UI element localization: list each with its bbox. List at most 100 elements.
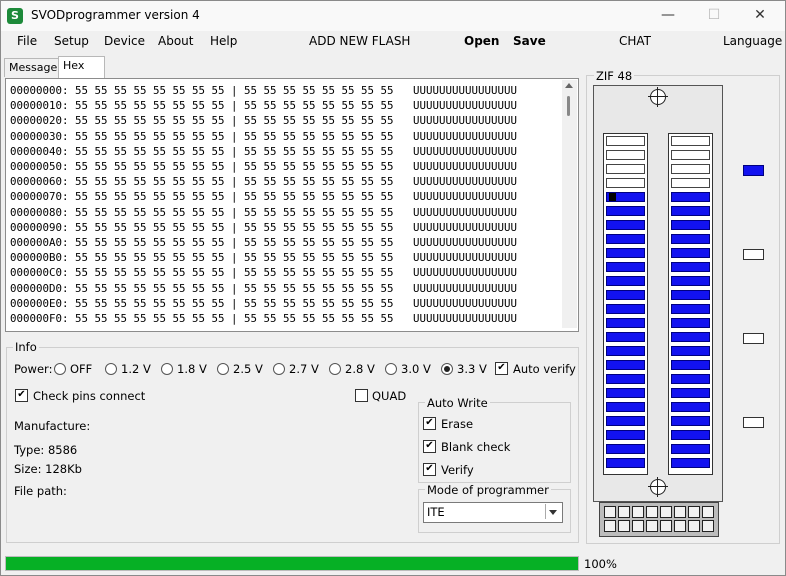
- power-radio[interactable]: [385, 363, 397, 375]
- hex-row: 000000B0: 55 55 55 55 55 55 55 55 | 55 5…: [10, 251, 518, 265]
- title-bar: S SVODprogrammer version 4 — ☐ ✕: [1, 1, 785, 31]
- menu-chat[interactable]: CHAT: [619, 34, 651, 48]
- zif-legend: ZIF 48: [594, 69, 635, 83]
- menu-device[interactable]: Device: [104, 34, 145, 48]
- zif-pin: [671, 234, 710, 244]
- lever-top-icon: [648, 87, 668, 107]
- verify-label: Verify: [441, 463, 474, 477]
- socket-hole: [618, 506, 630, 518]
- socket-hole: [646, 506, 658, 518]
- maximize-button[interactable]: ☐: [691, 1, 737, 31]
- socket-hole: [646, 520, 658, 532]
- hex-row: 00000030: 55 55 55 55 55 55 55 55 | 55 5…: [10, 129, 518, 143]
- zif-pin: [671, 374, 710, 384]
- power-radio[interactable]: [161, 363, 173, 375]
- menu-add-new-flash[interactable]: ADD NEW FLASH: [309, 34, 410, 48]
- tab-hex-viewer[interactable]: Hex Viewer: [58, 56, 106, 90]
- zif-pin: [671, 388, 710, 398]
- zif-pin: [671, 164, 710, 174]
- zif-pin: [671, 458, 710, 468]
- erase-checkbox[interactable]: ✔: [423, 417, 436, 430]
- zif-left-pin-column: [603, 133, 648, 475]
- power-radio[interactable]: [105, 363, 117, 375]
- mode-select[interactable]: ITE: [423, 502, 563, 523]
- menu-help[interactable]: Help: [210, 34, 237, 48]
- zif-pin: [671, 262, 710, 272]
- main-window: S SVODprogrammer version 4 — ☐ ✕ File Se…: [0, 0, 786, 576]
- zif-pin: [606, 388, 645, 398]
- power-option-label: OFF: [70, 362, 93, 376]
- vertical-scrollbar[interactable]: [562, 80, 577, 328]
- progress-label: 100%: [584, 557, 617, 571]
- menu-bar: File Setup Device About Help ADD NEW FLA…: [1, 31, 785, 51]
- socket-hole: [660, 506, 672, 518]
- verify-checkbox[interactable]: ✔: [423, 463, 436, 476]
- hex-row: 00000040: 55 55 55 55 55 55 55 55 | 55 5…: [10, 144, 518, 158]
- zif-pin: [606, 220, 645, 230]
- manufacture-label: Manufacture:: [14, 419, 91, 433]
- hex-row: 000000C0: 55 55 55 55 55 55 55 55 | 55 5…: [10, 266, 518, 280]
- scrollbar-thumb[interactable]: [567, 96, 570, 116]
- zif-pin: [671, 304, 710, 314]
- hex-row: 00000010: 55 55 55 55 55 55 55 55 | 55 5…: [10, 99, 518, 113]
- blank-check-checkbox[interactable]: ✔: [423, 440, 436, 453]
- check-pins-checkbox[interactable]: ✔: [15, 389, 28, 402]
- power-radio[interactable]: [217, 363, 229, 375]
- zif-pin: [606, 248, 645, 258]
- menu-file[interactable]: File: [17, 34, 37, 48]
- power-radio[interactable]: [441, 363, 453, 375]
- zif-pin: [606, 360, 645, 370]
- menu-about[interactable]: About: [158, 34, 193, 48]
- zif-pin: [606, 206, 645, 216]
- check-pins-label: Check pins connect: [33, 389, 146, 403]
- hex-row: 00000090: 55 55 55 55 55 55 55 55 | 55 5…: [10, 220, 518, 234]
- chevron-down-icon[interactable]: [545, 504, 561, 519]
- auto-verify-checkbox[interactable]: ✔: [495, 362, 508, 375]
- zif-pin: [606, 136, 645, 146]
- file-path-label: File path:: [14, 484, 67, 498]
- power-radio[interactable]: [273, 363, 285, 375]
- tab-message[interactable]: Message: [4, 58, 63, 77]
- zif-pin: [606, 444, 645, 454]
- hex-row: 000000A0: 55 55 55 55 55 55 55 55 | 55 5…: [10, 236, 518, 249]
- hex-row: 00000000: 55 55 55 55 55 55 55 55 | 55 5…: [10, 84, 518, 97]
- zif-pin: [606, 304, 645, 314]
- zif-pin: [606, 416, 645, 426]
- socket-hole: [674, 520, 686, 532]
- connector-socket: [599, 502, 719, 537]
- hex-viewer-panel[interactable]: 00000000: 55 55 55 55 55 55 55 55 | 55 5…: [5, 78, 579, 332]
- blank-check-label: Blank check: [441, 440, 511, 454]
- power-option-label: 1.8 V: [177, 362, 207, 376]
- zif-pin: [606, 374, 645, 384]
- zif-pin: [671, 318, 710, 328]
- zif-pin: [606, 276, 645, 286]
- minimize-button[interactable]: —: [645, 1, 691, 31]
- zif-pin: [606, 346, 645, 356]
- zif-pin: [606, 234, 645, 244]
- menu-language[interactable]: Language: [723, 34, 782, 48]
- power-radio[interactable]: [329, 363, 341, 375]
- menu-save[interactable]: Save: [513, 34, 546, 48]
- zif-pin: [606, 318, 645, 328]
- zif-pin: [671, 136, 710, 146]
- close-button[interactable]: ✕: [737, 1, 783, 31]
- quad-checkbox[interactable]: [355, 389, 368, 402]
- zif-right-pin-column: [668, 133, 713, 475]
- zif-pin: [671, 444, 710, 454]
- power-option-label: 2.5 V: [233, 362, 263, 376]
- menu-open[interactable]: Open: [464, 34, 499, 48]
- power-option-label: 1.2 V: [121, 362, 151, 376]
- hex-row: 00000060: 55 55 55 55 55 55 55 55 | 55 5…: [10, 175, 518, 189]
- auto-write-legend: Auto Write: [425, 396, 490, 410]
- zif-pin: [606, 402, 645, 412]
- size-label: Size: 128Kb: [14, 462, 82, 476]
- mode-select-value: ITE: [427, 505, 445, 519]
- app-icon: S: [7, 8, 23, 24]
- socket-hole: [618, 520, 630, 532]
- socket-hole: [632, 506, 644, 518]
- menu-setup[interactable]: Setup: [54, 34, 89, 48]
- power-label: Power:: [14, 362, 53, 376]
- power-radio[interactable]: [54, 363, 66, 375]
- hex-row: 000000E0: 55 55 55 55 55 55 55 55 | 55 5…: [10, 296, 518, 310]
- scroll-up-icon[interactable]: [565, 83, 573, 88]
